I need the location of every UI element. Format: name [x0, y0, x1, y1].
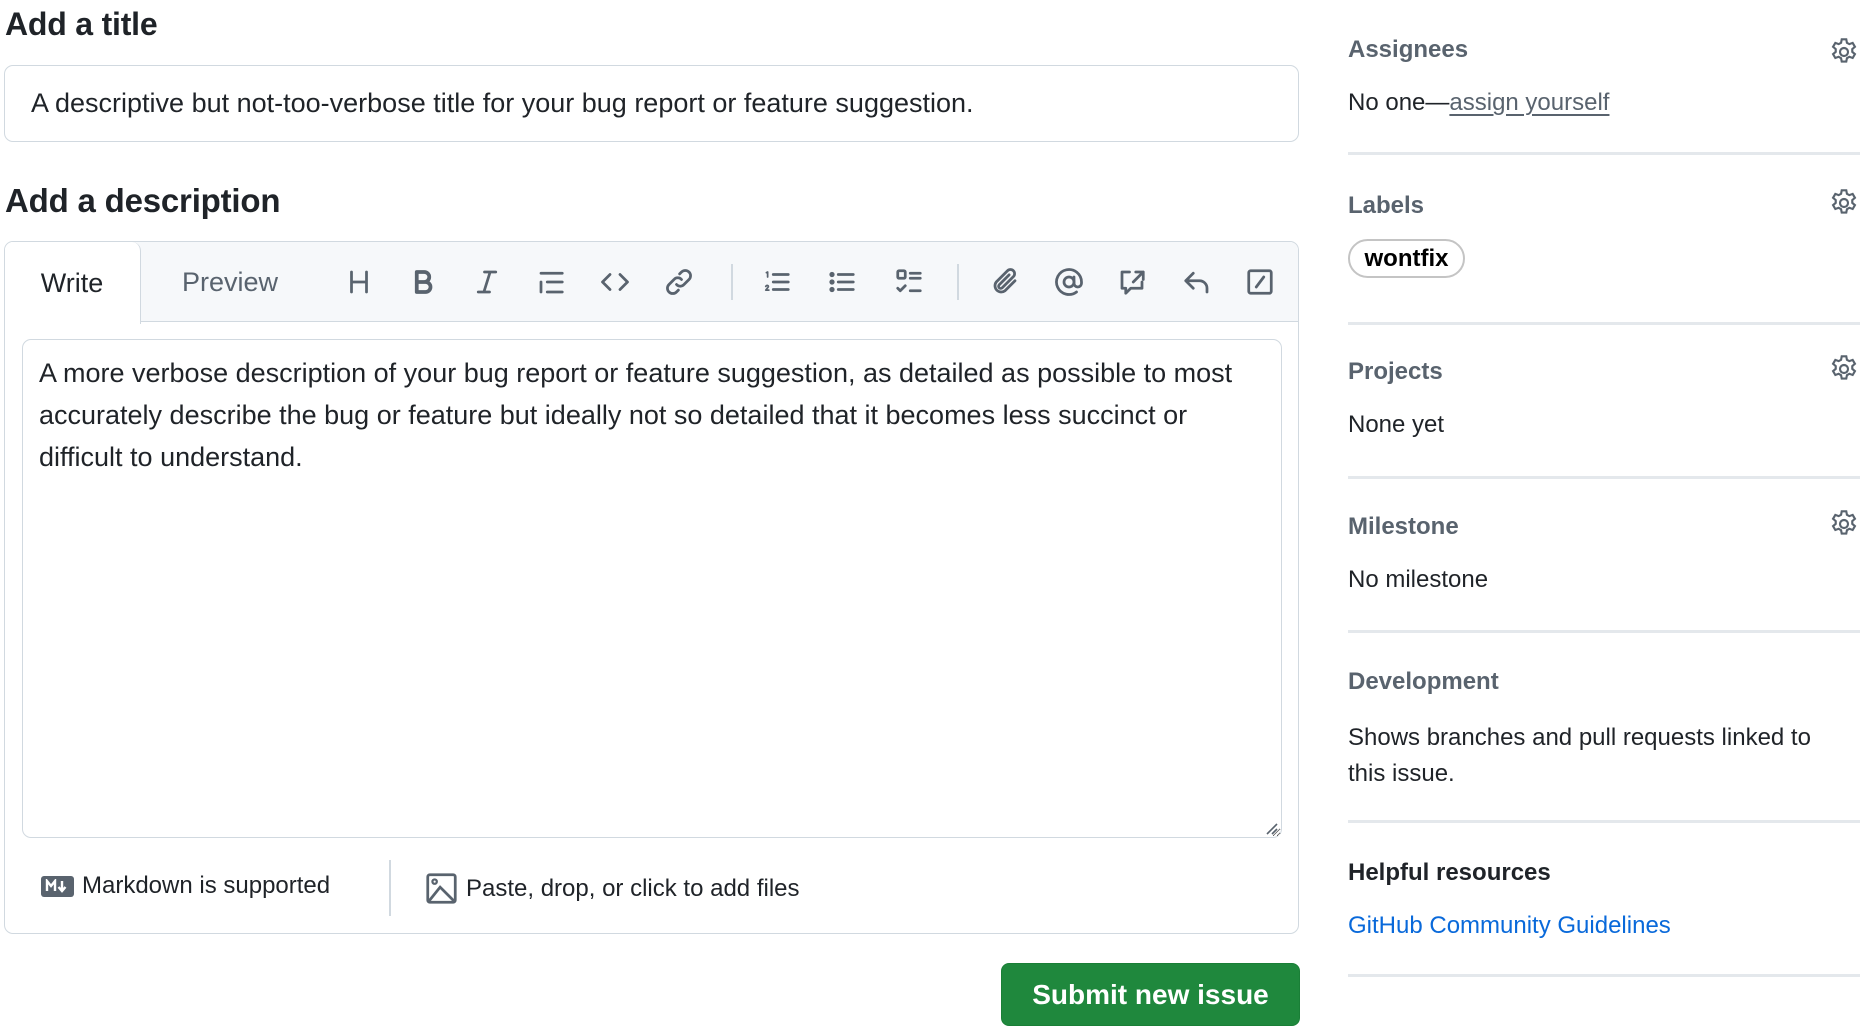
- saved-reply-icon: [1184, 271, 1209, 294]
- attach-button[interactable]: [985, 264, 1025, 300]
- assignees-heading: Assignees: [1348, 36, 1469, 63]
- toolbar-divider: [957, 264, 959, 300]
- unordered-list-button[interactable]: [822, 264, 862, 300]
- development-value: Shows branches and pull requests linked …: [1348, 724, 1811, 787]
- gear-icon: [1831, 38, 1857, 63]
- milestone-gear-button[interactable]: [1828, 508, 1860, 540]
- gear-icon: [1831, 510, 1857, 535]
- markdown-supported-link[interactable]: Markdown is supported: [41, 872, 330, 900]
- resize-handle-icon[interactable]: [1265, 822, 1279, 836]
- sidebar-divider: [1348, 322, 1860, 325]
- sidebar-divider: [1348, 630, 1860, 633]
- tab-preview[interactable]: Preview: [155, 242, 305, 322]
- footer-divider: [389, 860, 391, 916]
- mention-icon: [1055, 268, 1083, 296]
- link-icon: [666, 269, 692, 295]
- assignees-gear-button[interactable]: [1828, 36, 1860, 68]
- assignees-none-text: No one—: [1348, 89, 1450, 116]
- assign-yourself-link[interactable]: assign yourself: [1449, 89, 1609, 116]
- ordered-list-button[interactable]: [757, 264, 797, 300]
- sidebar-divider: [1348, 476, 1860, 479]
- milestone-value: No milestone: [1348, 566, 1489, 593]
- submit-new-issue-button[interactable]: Submit new issue: [1001, 963, 1300, 1026]
- milestone-heading: Milestone: [1348, 513, 1459, 540]
- task-list-icon: [896, 269, 922, 293]
- slash-commands-button[interactable]: [1240, 264, 1280, 300]
- italic-icon: [476, 270, 498, 294]
- projects-value: None yet: [1348, 411, 1445, 438]
- reference-button[interactable]: [1112, 264, 1152, 300]
- gear-icon: [1831, 189, 1857, 214]
- bold-button[interactable]: [403, 264, 443, 300]
- labels-heading: Labels: [1348, 192, 1425, 219]
- image-icon: [426, 873, 457, 904]
- community-guidelines-link[interactable]: GitHub Community Guidelines: [1348, 912, 1671, 940]
- assignees-value: No one—assign yourself: [1348, 89, 1860, 117]
- paperclip-icon: [993, 268, 1017, 294]
- quote-icon: [539, 271, 564, 294]
- description-textarea[interactable]: [22, 339, 1282, 838]
- task-list-button[interactable]: [889, 264, 929, 300]
- cross-reference-icon: [1120, 270, 1145, 295]
- add-files-button[interactable]: Paste, drop, or click to add files: [425, 872, 800, 905]
- development-heading: Development: [1348, 668, 1499, 695]
- title-input[interactable]: [4, 65, 1299, 142]
- sidebar-divider: [1348, 152, 1860, 155]
- description-editor: Write Preview A more verbose description…: [4, 241, 1299, 934]
- editor-tabbar: Write Preview: [5, 242, 1298, 324]
- italic-button[interactable]: [467, 264, 507, 300]
- heading-icon: [350, 270, 368, 294]
- ordered-list-icon: [764, 271, 790, 291]
- toolbar-divider: [731, 264, 733, 300]
- heading-button[interactable]: [339, 264, 379, 300]
- sidebar-divider: [1348, 974, 1860, 977]
- bold-icon: [414, 270, 433, 294]
- helpful-resources-heading: Helpful resources: [1348, 859, 1551, 886]
- quote-button[interactable]: [531, 264, 571, 300]
- slash-commands-icon: [1247, 269, 1273, 295]
- label-wontfix[interactable]: wontfix: [1348, 239, 1465, 278]
- tab-write[interactable]: Write: [5, 242, 141, 324]
- title-heading: Add a title: [5, 6, 158, 42]
- editor-footer: Markdown is supported Paste, drop, or cl…: [5, 860, 1298, 920]
- code-button[interactable]: [595, 264, 635, 300]
- markdown-note: Markdown is supported: [82, 872, 331, 899]
- markdown-icon: [41, 875, 74, 897]
- mention-button[interactable]: [1049, 264, 1089, 300]
- unordered-list-icon: [829, 271, 855, 293]
- projects-heading: Projects: [1348, 358, 1443, 385]
- projects-gear-button[interactable]: [1828, 353, 1860, 385]
- description-heading: Add a description: [5, 182, 281, 219]
- link-button[interactable]: [659, 264, 699, 300]
- gear-icon: [1831, 355, 1857, 380]
- add-files-note: Paste, drop, or click to add files: [466, 874, 800, 902]
- sidebar-divider: [1348, 820, 1860, 823]
- code-icon: [601, 273, 629, 291]
- saved-reply-button[interactable]: [1177, 264, 1217, 300]
- labels-gear-button[interactable]: [1828, 187, 1860, 219]
